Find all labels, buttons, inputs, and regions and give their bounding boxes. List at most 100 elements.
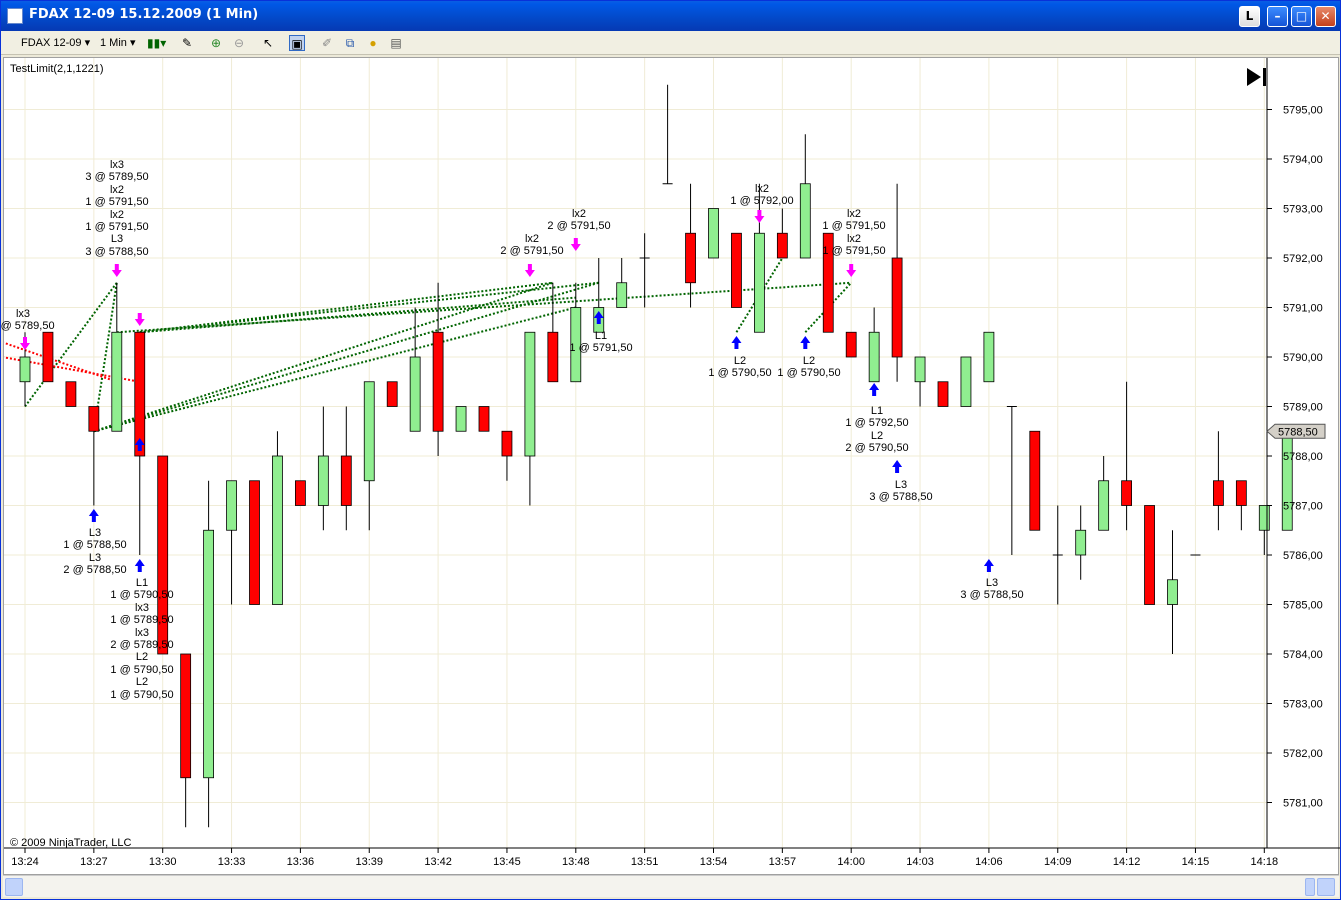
- price-tick-label: 5784,00: [1283, 649, 1323, 661]
- time-tick-label: 13:33: [218, 856, 246, 868]
- time-tick-label: 14:09: [1044, 856, 1072, 868]
- strategy-icon[interactable]: ●: [365, 35, 381, 51]
- go-to-end-icon: [1263, 68, 1266, 86]
- entry-arrow: [88, 509, 99, 522]
- trade-label: lx2 2 @ 5791,50: [539, 208, 619, 233]
- indicator-label: TestLimit(2,1,1221): [10, 63, 104, 75]
- zoom-out-icon[interactable]: ⊖: [231, 35, 247, 51]
- scroll-thumb[interactable]: [1305, 878, 1315, 896]
- candle-body: [914, 356, 926, 383]
- trade-label-line: 1 @ 5790,50: [777, 367, 841, 380]
- candle-body: [363, 381, 375, 482]
- candle-body: [1029, 430, 1041, 531]
- time-tick-label: 13:24: [11, 856, 39, 868]
- exit-arrow: [134, 313, 145, 326]
- exit-arrow: [570, 238, 581, 251]
- horizontal-scrollbar[interactable]: [3, 875, 1339, 897]
- price-tick-label: 5793,00: [1283, 204, 1323, 216]
- trade-label-line: L1: [870, 405, 884, 417]
- candle-body: [249, 480, 260, 605]
- scroll-right-button[interactable]: [1317, 878, 1335, 896]
- trade-label-line: L3: [985, 577, 999, 589]
- candle-body: [272, 455, 283, 605]
- trade-label-line: lx2: [846, 208, 862, 220]
- drawing-tool-icon[interactable]: ✎: [179, 35, 195, 51]
- close-button[interactable]: ✕: [1315, 6, 1336, 27]
- chart-trader-icon[interactable]: ▤: [388, 35, 404, 51]
- time-tick-label: 14:18: [1251, 856, 1279, 868]
- trade-label-line: 2 @ 5788,50: [63, 564, 127, 577]
- candle-body: [19, 356, 31, 383]
- price-tick-label: 5795,00: [1283, 105, 1323, 117]
- app-chart-icon: [7, 8, 23, 24]
- trade-label-line: 1 @ 5790,50: [110, 663, 174, 676]
- candle-body: [685, 232, 696, 284]
- candle-body: [1098, 480, 1110, 531]
- properties-icon[interactable]: ✐: [319, 35, 335, 51]
- chart-panel[interactable]: 5795,00 5794,00 5793,00 5792,00 5791,00 5790,…: [0, 57, 1340, 875]
- candle-body: [1075, 529, 1087, 556]
- indicators-icon[interactable]: ⧉: [342, 35, 358, 51]
- candle-body: [1144, 505, 1155, 605]
- trade-label-line: 1 @ 5791,50: [85, 221, 149, 234]
- trade-label-line: 1 @ 5792,00: [730, 195, 794, 208]
- trade-label-line: 1 @ 5789,50: [110, 614, 174, 627]
- candle-body: [754, 232, 765, 333]
- price-tick-label: 5786,00: [1283, 550, 1323, 562]
- period-selector[interactable]: 1 Min ▾: [100, 35, 135, 51]
- trade-label-line: 2 @ 5790,50: [845, 442, 909, 455]
- trade-label: L3 3 @ 5788,50: [952, 577, 1032, 602]
- candle-body: [386, 381, 398, 407]
- candle-body: [340, 455, 352, 506]
- trade-label-line: lx2: [109, 208, 125, 221]
- candle-body: [432, 331, 444, 432]
- trade-label-line: 1 @ 5790,50: [110, 688, 174, 701]
- time-tick-label: 13:42: [424, 856, 452, 868]
- trade-label-line: 2 @ 5791,50: [547, 220, 611, 233]
- maximize-button[interactable]: □: [1291, 6, 1312, 27]
- trade-label-line: 1 @ 5788,50: [63, 539, 127, 552]
- candle-body: [88, 406, 100, 432]
- bar-type-icon[interactable]: ▮▮▾: [147, 35, 166, 51]
- candle-body: [616, 282, 628, 308]
- trade-line: [93, 306, 577, 433]
- minimize-button[interactable]: –: [1267, 6, 1288, 27]
- last-price-label: 5788,50: [1278, 426, 1318, 438]
- trade-label-line: lx2: [109, 183, 125, 196]
- exit-arrow: [524, 264, 535, 277]
- candle-body: [317, 455, 329, 506]
- scroll-left-button[interactable]: [5, 878, 23, 896]
- candlestick-chart: 5795,00 5794,00 5793,00 5792,00 5791,00 5790,…: [4, 58, 1340, 868]
- price-tick-label: 5788,00: [1283, 451, 1323, 463]
- instrument-selector[interactable]: FDAX 12-09 ▾: [21, 35, 90, 51]
- trade-label: L3 1 @ 5788,50 L3 2 @ 5788,50: [55, 527, 135, 577]
- trade-label-line: lx3: [15, 308, 31, 320]
- trade-label-line: L2: [135, 651, 149, 664]
- time-tick-label: 14:15: [1182, 856, 1210, 868]
- candle-body: [960, 356, 972, 407]
- trade-label: L2 1 @ 5790,50: [769, 355, 849, 380]
- time-tick-label: 13:39: [355, 856, 383, 868]
- trade-label-line: lx3: [134, 626, 150, 639]
- candle-body: [203, 529, 215, 779]
- trade-label: L1 1 @ 5790,50 lx3 1 @ 5789,50 lx3 2 @ 5789,5…: [102, 577, 182, 701]
- candle-body: [226, 480, 237, 531]
- time-tick-label: 14:03: [906, 856, 934, 868]
- zoom-in-icon[interactable]: ⊕: [208, 35, 224, 51]
- trade-label-line: L3: [88, 527, 102, 539]
- entry-arrow: [134, 559, 145, 572]
- time-tick-label: 13:57: [769, 856, 797, 868]
- candle-body: [65, 381, 77, 407]
- cursor-icon[interactable]: ↖: [260, 35, 276, 51]
- trade-label-line: lx3: [134, 601, 150, 614]
- title-bar[interactable]: FDAX 12-09 15.12.2009 (1 Min) L – □ ✕: [1, 1, 1340, 31]
- candle-body: [111, 331, 123, 432]
- chart-window: FDAX 12-09 15.12.2009 (1 Min) L – □ ✕ FD…: [0, 0, 1341, 900]
- candle-body: [409, 356, 421, 432]
- trade-label-line: 1 @ 5791,50: [85, 196, 149, 209]
- data-box-icon[interactable]: ▣: [289, 35, 305, 51]
- price-tick-label: 5790,00: [1283, 352, 1323, 364]
- exit-arrow: [846, 264, 857, 277]
- link-button[interactable]: L: [1239, 6, 1260, 27]
- price-tick-label: 5791,00: [1283, 303, 1323, 315]
